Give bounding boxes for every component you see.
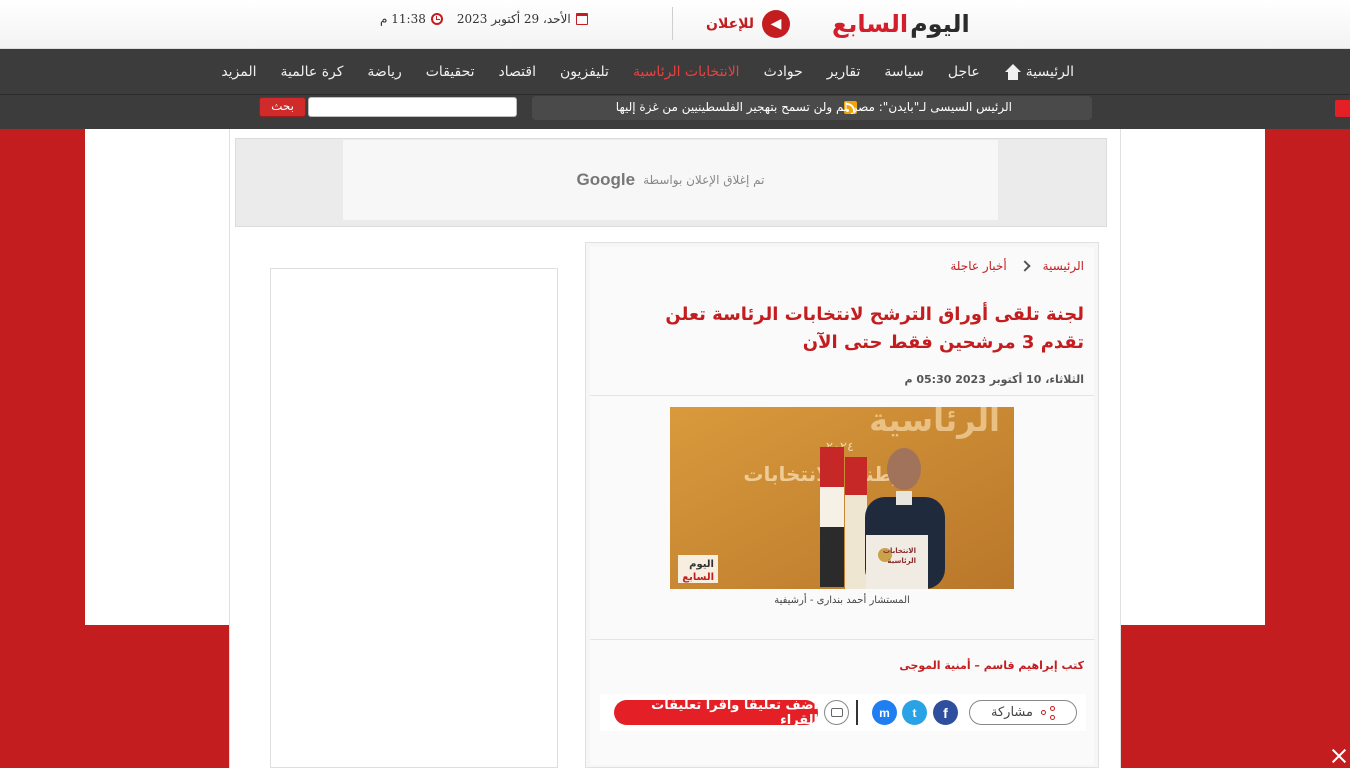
nav-item-economy[interactable]: اقتصاد <box>487 64 548 80</box>
header-divider <box>672 7 673 40</box>
site-logo[interactable]: اليوم السابع <box>832 8 971 40</box>
nav-item-elections[interactable]: الانتخابات الرئاسية <box>621 64 752 80</box>
share-toolbar: مشاركة f t m اضف تعليقاً واقرأ تعليقات ا… <box>600 694 1086 731</box>
close-icon[interactable] <box>1330 747 1348 765</box>
nav-item-politics[interactable]: سياسة <box>872 64 935 80</box>
ticker-headline[interactable]: الرئيس السيسى لـ"بايدن": مصر لم ولن تسمح… <box>616 100 1012 114</box>
ticker-badge <box>1335 100 1350 117</box>
search-input[interactable] <box>308 97 517 117</box>
podium-label-1: الانتخابات <box>883 547 916 555</box>
nav-item-reports[interactable]: تقارير <box>815 64 873 80</box>
top-ad-slot: تم إغلاق الإعلان بواسطة Google <box>235 138 1107 227</box>
photo-watermark-1: اليوم <box>689 559 714 570</box>
home-icon <box>1004 64 1022 80</box>
ticker-bar: الرئيس السيسى لـ"بايدن": مصر لم ولن تسمح… <box>0 95 1350 129</box>
photo-watermark-2: السابع <box>682 572 714 583</box>
article-date: الثلاثاء، 10 أكتوبر 2023 05:30 م <box>904 373 1084 386</box>
ad-closed-notice: تم إغلاق الإعلان بواسطة Google <box>343 140 998 220</box>
advertise-label: للإعلان <box>706 16 755 32</box>
date-display: الأحد، 29 أكتوبر 2023 <box>457 12 588 26</box>
messenger-icon[interactable]: m <box>872 700 897 725</box>
divider <box>590 395 1094 396</box>
google-logo: Google <box>576 170 636 189</box>
search-button[interactable]: بحث <box>259 97 306 117</box>
date-text: الأحد، 29 أكتوبر 2023 <box>456 12 571 26</box>
nav-item-investigations[interactable]: تحقيقات <box>414 64 487 80</box>
nav-item-home[interactable]: الرئيسية <box>992 64 1086 80</box>
nav-item-world-football[interactable]: كرة عالمية <box>269 64 356 80</box>
comment-icon[interactable] <box>824 700 849 725</box>
top-header: اليوم السابع ◀ للإعلان الأحد، 29 أكتوبر … <box>0 0 1350 49</box>
advertise-link[interactable]: ◀ للإعلان <box>706 10 791 38</box>
nav-item-breaking[interactable]: عاجل <box>936 64 992 80</box>
nav-item-accidents[interactable]: حوادث <box>752 64 815 80</box>
facebook-icon[interactable]: f <box>933 700 958 725</box>
nav-item-more[interactable]: المزيد <box>209 64 268 80</box>
calendar-icon <box>575 13 588 25</box>
time-text: 11:38 م <box>380 12 426 26</box>
nav-item-tv[interactable]: تليفزيون <box>548 64 621 80</box>
photo-caption: المستشار أحمد بندارى - أرشيفية <box>774 595 910 606</box>
breadcrumb-home[interactable]: الرئيسية <box>1043 259 1084 273</box>
main-container: تم إغلاق الإعلان بواسطة Google الرئيسية … <box>229 129 1121 768</box>
logo-word-1: اليوم <box>910 10 971 38</box>
article-title: لجنة تلقى أوراق الترشح لانتخابات الرئاسة… <box>665 304 1084 353</box>
time-display: 11:38 م <box>380 12 443 26</box>
breadcrumb: الرئيسية أخبار عاجلة <box>950 259 1084 273</box>
photo-illustration: الرئاسية ٢٠٢٤ الوطنية للانتخابات <box>670 407 1014 589</box>
clock-icon <box>430 13 443 25</box>
podium-label-2: الرئاسية <box>887 557 916 565</box>
comments-button[interactable]: اضف تعليقاً واقرأ تعليقات القراء <box>614 698 818 728</box>
share-divider <box>856 700 858 725</box>
sidebar-ad-slot <box>270 268 558 768</box>
photo-banner-title: الرئاسية <box>869 407 1000 439</box>
chevron-right-icon <box>1018 260 1031 272</box>
nav-item-label: الرئيسية <box>1025 64 1074 80</box>
article-body: الرئيسية أخبار عاجلة لجنة تلقى أوراق الت… <box>590 247 1094 765</box>
article-photo[interactable]: الرئاسية ٢٠٢٤ الوطنية للانتخابات <box>670 407 1014 589</box>
share-label: مشاركة <box>991 705 1033 720</box>
nav-item-sports[interactable]: رياضة <box>355 64 413 80</box>
twitter-icon[interactable]: t <box>902 700 927 725</box>
logo-word-2: السابع <box>832 10 909 38</box>
megaphone-icon: ◀ <box>762 10 791 38</box>
share-icon <box>1040 705 1055 720</box>
share-button[interactable]: مشاركة <box>969 700 1077 725</box>
nav-items: الرئيسية عاجل سياسة تقارير حوادث الانتخا… <box>209 49 1086 95</box>
ticker-inner: الرئيس السيسى لـ"بايدن": مصر لم ولن تسمح… <box>229 95 1350 129</box>
news-ticker: الرئيس السيسى لـ"بايدن": مصر لم ولن تسمح… <box>532 96 1350 120</box>
article-byline: كتب إبراهيم قاسم – أمنية الموجى <box>899 659 1084 672</box>
header-datetime: الأحد، 29 أكتوبر 2023 11:38 م <box>380 12 588 26</box>
article: الرئيسية أخبار عاجلة لجنة تلقى أوراق الت… <box>585 242 1099 768</box>
ad-closed-text: تم إغلاق الإعلان بواسطة <box>643 173 765 187</box>
divider <box>590 639 1094 640</box>
main-nav: الرئيسية عاجل سياسة تقارير حوادث الانتخا… <box>0 49 1350 95</box>
breadcrumb-section[interactable]: أخبار عاجلة <box>950 259 1006 273</box>
